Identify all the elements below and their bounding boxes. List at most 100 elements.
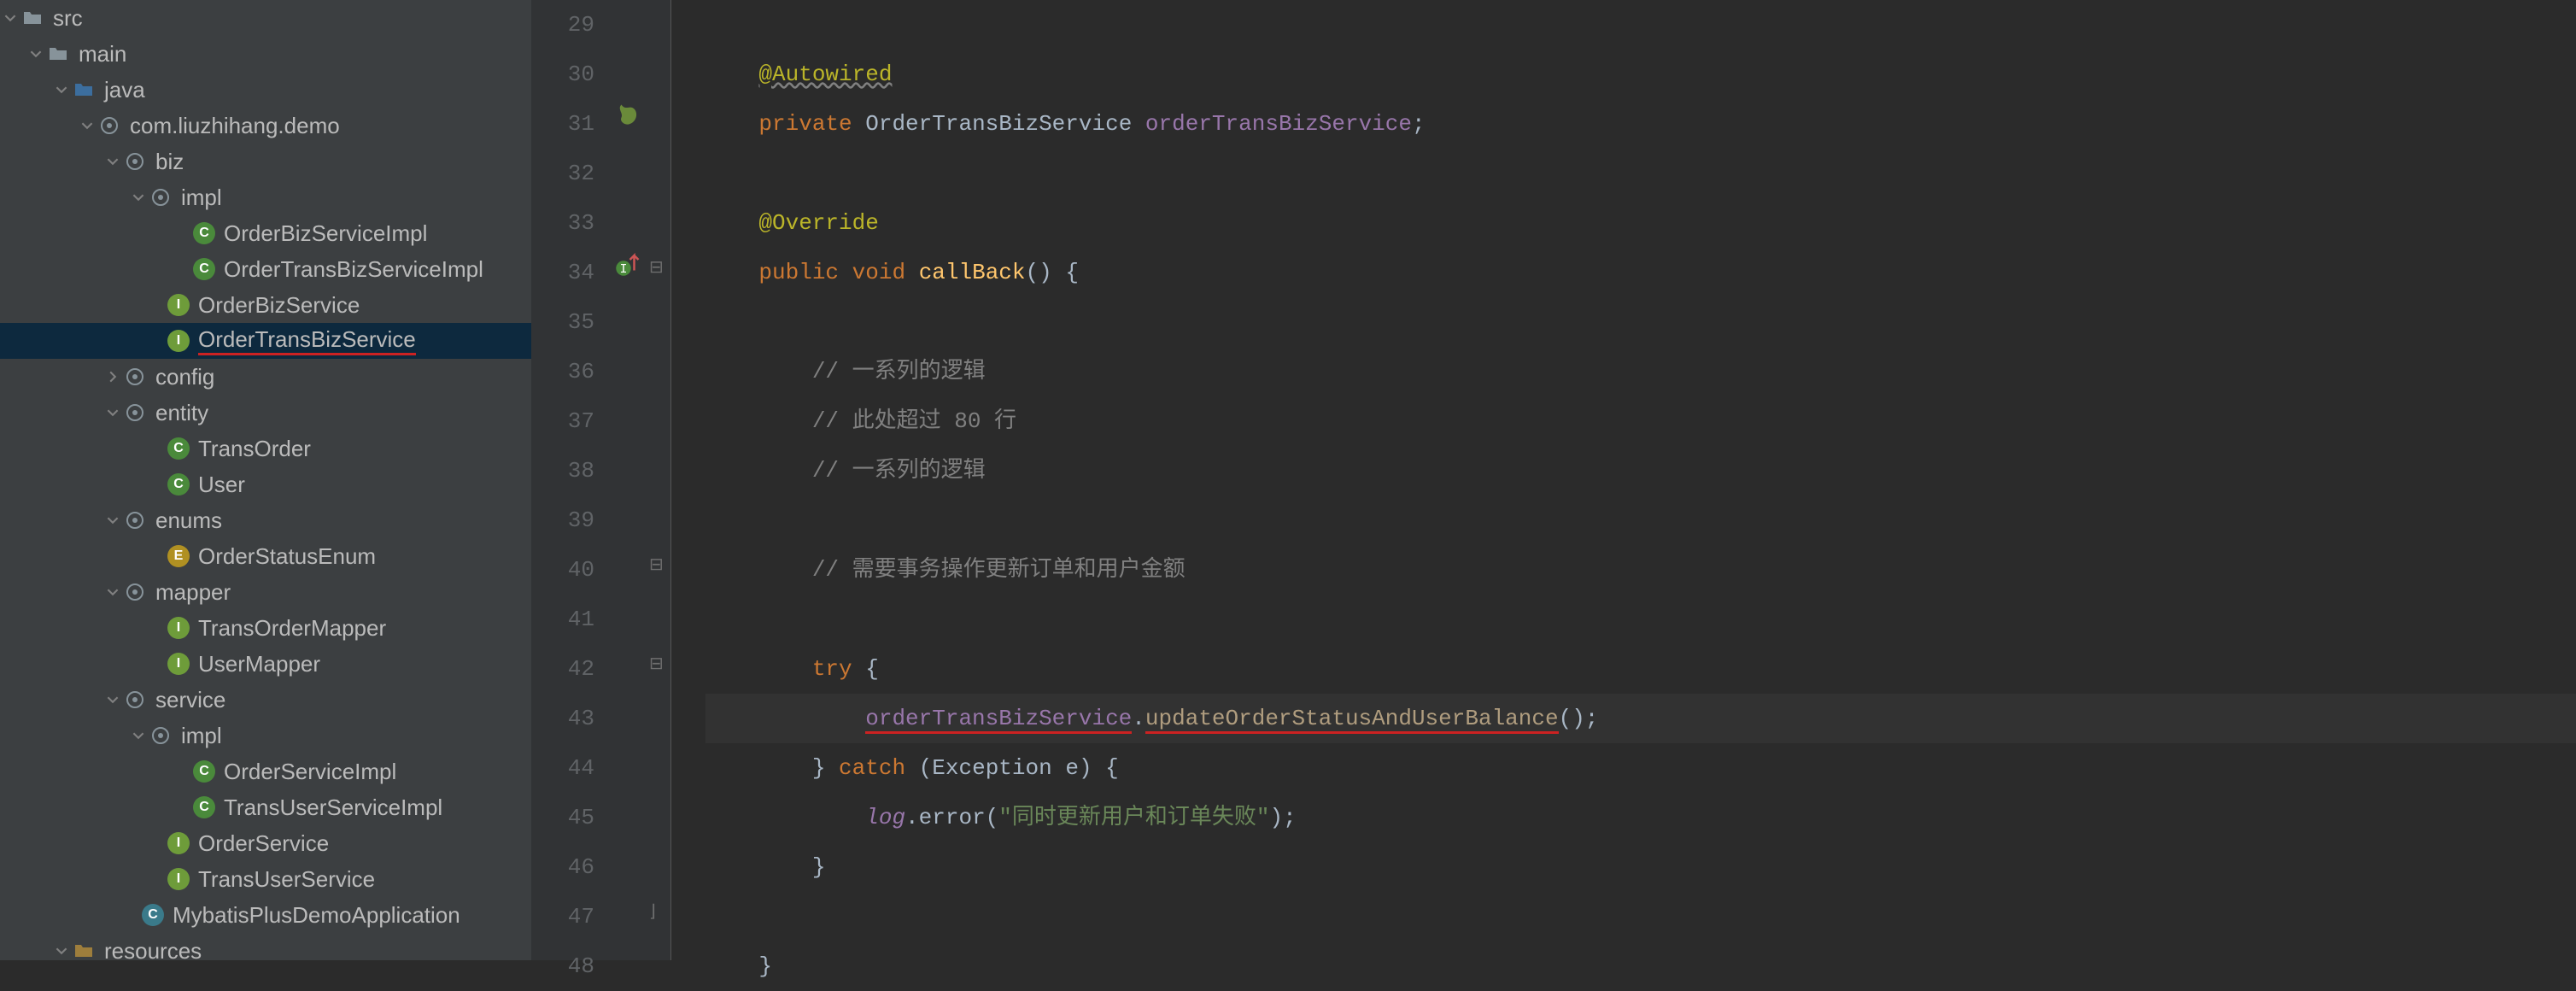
tree-package-mapper[interactable]: mapper	[0, 574, 531, 610]
tree-package-biz[interactable]: biz	[0, 144, 531, 179]
tree-file-ordertransbizserviceimpl[interactable]: C OrderTransBizServiceImpl	[0, 251, 531, 287]
tree-file-orderserviceimpl[interactable]: C OrderServiceImpl	[0, 754, 531, 789]
line-number: 44	[531, 743, 612, 793]
tree-package-root[interactable]: com.liuzhihang.demo	[0, 108, 531, 144]
tree-file-app[interactable]: C MybatisPlusDemoApplication	[0, 897, 531, 933]
code-line: // 需要事务操作更新订单和用户金额	[705, 545, 2576, 595]
tree-label: com.liuzhihang.demo	[130, 113, 340, 139]
code-line: private OrderTransBizService orderTransB…	[705, 99, 2576, 149]
line-number: 31	[531, 99, 612, 149]
chevron-down-icon	[53, 81, 70, 98]
code-content[interactable]: @Autowired private OrderTransBizService …	[671, 0, 2576, 960]
tree-label: java	[104, 77, 145, 103]
folder-icon	[20, 6, 44, 30]
code-line: // 一系列的逻辑	[705, 446, 2576, 496]
code-editor[interactable]: 2930313233343536373839404142434445464748…	[531, 0, 2576, 960]
tree-package-config[interactable]: config	[0, 359, 531, 395]
package-icon	[123, 150, 147, 173]
tree-file-orderstatusenum[interactable]: E OrderStatusEnum	[0, 538, 531, 574]
tree-package-enums[interactable]: enums	[0, 502, 531, 538]
package-icon	[123, 508, 147, 532]
tree-label: TransOrderMapper	[198, 615, 386, 642]
class-icon: C	[193, 796, 215, 818]
project-tree[interactable]: src main java com.liuzhihang.demo biz im…	[0, 0, 531, 960]
svg-text:I: I	[619, 262, 627, 277]
tree-package-service[interactable]: service	[0, 682, 531, 718]
tree-label: MybatisPlusDemoApplication	[173, 902, 460, 929]
class-icon: C	[167, 473, 190, 496]
tree-file-orderbizservice[interactable]: I OrderBizService	[0, 287, 531, 323]
tree-label: OrderBizService	[198, 292, 360, 319]
line-number: 33	[531, 198, 612, 248]
tree-file-transorder[interactable]: C TransOrder	[0, 431, 531, 466]
line-number: 30	[531, 50, 612, 99]
line-number: 29	[531, 0, 612, 50]
line-number: 32	[531, 149, 612, 198]
tree-label: TransOrder	[198, 436, 311, 462]
tree-label: OrderServiceImpl	[224, 759, 396, 785]
tree-label: OrderStatusEnum	[198, 543, 376, 570]
tree-file-user[interactable]: C User	[0, 466, 531, 502]
resources-folder-icon	[72, 939, 96, 960]
code-line: try {	[705, 644, 2576, 694]
tree-folder-java[interactable]: java	[0, 72, 531, 108]
package-icon	[149, 724, 173, 748]
fold-handle-icon[interactable]: ⊟	[649, 554, 664, 576]
tree-file-transordermapper[interactable]: I TransOrderMapper	[0, 610, 531, 646]
tree-label: enums	[155, 507, 222, 534]
class-icon: C	[193, 222, 215, 244]
enum-icon: E	[167, 545, 190, 567]
line-number: 47	[531, 892, 612, 941]
package-icon	[123, 688, 147, 712]
tree-label: OrderBizServiceImpl	[224, 220, 427, 247]
package-icon	[123, 401, 147, 425]
code-line: @Override	[705, 198, 2576, 248]
line-number: 37	[531, 396, 612, 446]
tree-file-usermapper[interactable]: I UserMapper	[0, 646, 531, 682]
code-line: @Autowired	[705, 50, 2576, 99]
tree-label: impl	[181, 723, 222, 749]
tree-label: OrderTransBizService	[198, 326, 416, 355]
line-number: 41	[531, 595, 612, 644]
source-folder-icon	[72, 78, 96, 102]
tree-package-impl[interactable]: impl	[0, 179, 531, 215]
tree-file-transuserserviceimpl[interactable]: C TransUserServiceImpl	[0, 789, 531, 825]
line-number: 40	[531, 545, 612, 595]
line-number: 48	[531, 941, 612, 991]
tree-file-orderbizserviceimpl[interactable]: C OrderBizServiceImpl	[0, 215, 531, 251]
fold-handle-icon[interactable]: ⊟	[649, 256, 664, 279]
tree-folder-resources[interactable]: resources	[0, 933, 531, 960]
tree-folder-src[interactable]: src	[0, 0, 531, 36]
package-icon	[123, 365, 147, 389]
tree-label: TransUserServiceImpl	[224, 795, 442, 821]
chevron-down-icon	[104, 153, 121, 170]
code-line: }	[705, 941, 2576, 991]
chevron-down-icon	[104, 404, 121, 421]
line-number: 39	[531, 496, 612, 545]
override-marker-icon[interactable]: I	[615, 251, 641, 277]
tree-folder-main[interactable]: main	[0, 36, 531, 72]
code-line: // 此处超过 80 行	[705, 396, 2576, 446]
chevron-down-icon	[79, 117, 96, 134]
chevron-right-icon	[104, 368, 121, 385]
chevron-down-icon	[104, 691, 121, 708]
code-line-highlighted: orderTransBizService.updateOrderStatusAn…	[705, 694, 2576, 743]
fold-column: ⊟ ⊟ ⊟ ⌋	[646, 0, 671, 960]
class-icon: C	[193, 760, 215, 783]
fold-end-icon[interactable]: ⌋	[649, 900, 656, 923]
interface-icon: I	[167, 294, 190, 316]
tree-label: service	[155, 687, 225, 713]
bean-marker-icon[interactable]	[615, 103, 641, 128]
tree-package-service-impl[interactable]: impl	[0, 718, 531, 754]
interface-icon: I	[167, 832, 190, 854]
tree-file-ordertransbizservice[interactable]: I OrderTransBizService	[0, 323, 531, 359]
tree-label: biz	[155, 149, 184, 175]
tree-file-transuserservice[interactable]: I TransUserService	[0, 861, 531, 897]
tree-label: resources	[104, 938, 202, 961]
tree-package-entity[interactable]: entity	[0, 395, 531, 431]
fold-handle-icon[interactable]: ⊟	[649, 653, 664, 675]
code-line: } catch (Exception e) {	[705, 743, 2576, 793]
line-number: 43	[531, 694, 612, 743]
tree-label: config	[155, 364, 214, 390]
tree-file-orderservice[interactable]: I OrderService	[0, 825, 531, 861]
